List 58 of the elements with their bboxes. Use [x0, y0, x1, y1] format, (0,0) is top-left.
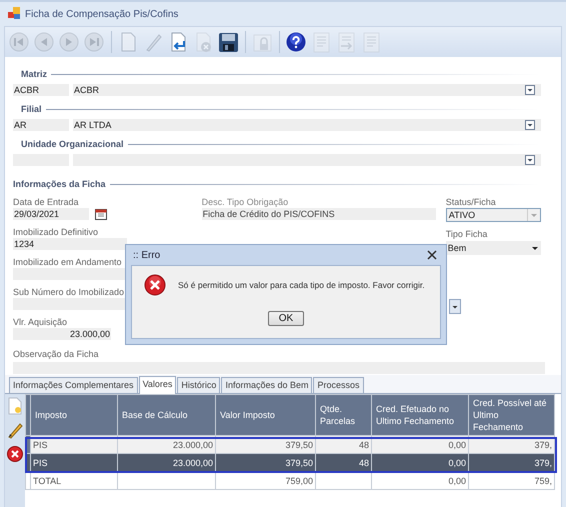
dialog-message: Só é permitido um valor para cada tipo de imposto. Favor corrigir. — [178, 280, 425, 290]
pencil-icon[interactable] — [6, 421, 24, 439]
column-header[interactable]: Base de Cálculo — [118, 394, 216, 436]
input-field[interactable]: 29/03/2021 — [13, 208, 89, 220]
input-field[interactable] — [13, 268, 127, 280]
column-header[interactable]: Valor Imposto — [216, 394, 316, 436]
calendar-icon[interactable] — [95, 208, 107, 220]
lookup-field[interactable]: ACBR — [73, 84, 541, 96]
tab[interactable]: Valores — [138, 376, 176, 394]
field-label: Status/Ficha — [446, 197, 496, 208]
section-title: Informações da Ficha — [13, 179, 106, 189]
field-label: Imobilizado Definitivo — [13, 227, 98, 238]
column-header[interactable]: Qtde. Parcelas — [316, 394, 372, 436]
field-label: Vlr. Aquisição — [13, 317, 68, 328]
dropdown-icon[interactable] — [525, 85, 535, 95]
field-label: Desc. Tipo Obrigação — [202, 197, 288, 208]
tab[interactable]: Informações Complementares — [9, 377, 138, 393]
code-field[interactable]: AR — [13, 119, 69, 131]
section-title: Unidade Organizacional — [21, 139, 124, 149]
table-cell: PIS — [30, 454, 118, 472]
column-header[interactable]: Imposto — [30, 394, 118, 436]
field-label: Observação da Ficha — [13, 349, 99, 360]
table-cell: 23.000,00 — [118, 454, 216, 472]
dialog-title: :: Erro — [133, 250, 160, 260]
field-label: Tipo Ficha — [446, 229, 488, 240]
ok-button[interactable]: OK — [268, 311, 304, 326]
table-cell: 379,50 — [216, 454, 316, 472]
tab[interactable]: Processos — [313, 377, 364, 393]
error-icon — [144, 274, 166, 296]
table-cell: 0,00 — [372, 454, 468, 472]
input-field[interactable]: 23.000,00 — [13, 328, 111, 340]
column-header[interactable]: Cred. Efetuado no Ultimo Fechamento — [372, 394, 468, 436]
input-field[interactable]: Ficha de Crédito do PIS/COFINS — [202, 208, 436, 220]
lookup-field[interactable]: AR LTDA — [73, 119, 541, 131]
dropdown-icon[interactable] — [525, 120, 535, 130]
help-icon[interactable] — [286, 32, 307, 52]
tab[interactable]: Histórico — [177, 377, 220, 393]
window-title: Ficha de Compensação Pis/Cofins — [25, 8, 178, 20]
lookup-field[interactable] — [73, 154, 541, 166]
field-label: Data de Entrada — [13, 197, 79, 208]
column-header[interactable]: Cred. Possível até Ultimo Fechamento — [468, 394, 554, 436]
dropdown-icon[interactable] — [525, 155, 535, 165]
input-field[interactable] — [13, 298, 127, 310]
field-label: Imobilizado em Andamento — [13, 257, 122, 268]
new-row-icon[interactable] — [6, 397, 24, 415]
type-dropdown[interactable]: Bem — [446, 241, 541, 255]
section-title: Filial — [21, 104, 42, 114]
table-cell: 379, — [468, 454, 554, 472]
delete-icon[interactable] — [6, 445, 24, 463]
tab[interactable]: Informações do Bem — [221, 377, 312, 393]
dropdown-button[interactable] — [448, 299, 461, 314]
field-label: Sub Número do Imobilizado — [13, 287, 124, 298]
input-field[interactable]: 1234 — [13, 238, 127, 250]
close-icon[interactable] — [427, 250, 437, 260]
code-field[interactable]: ACBR — [13, 84, 69, 96]
section-title: Matriz — [21, 69, 48, 79]
table-cell: 48 — [316, 454, 372, 472]
app-icon — [8, 6, 20, 18]
